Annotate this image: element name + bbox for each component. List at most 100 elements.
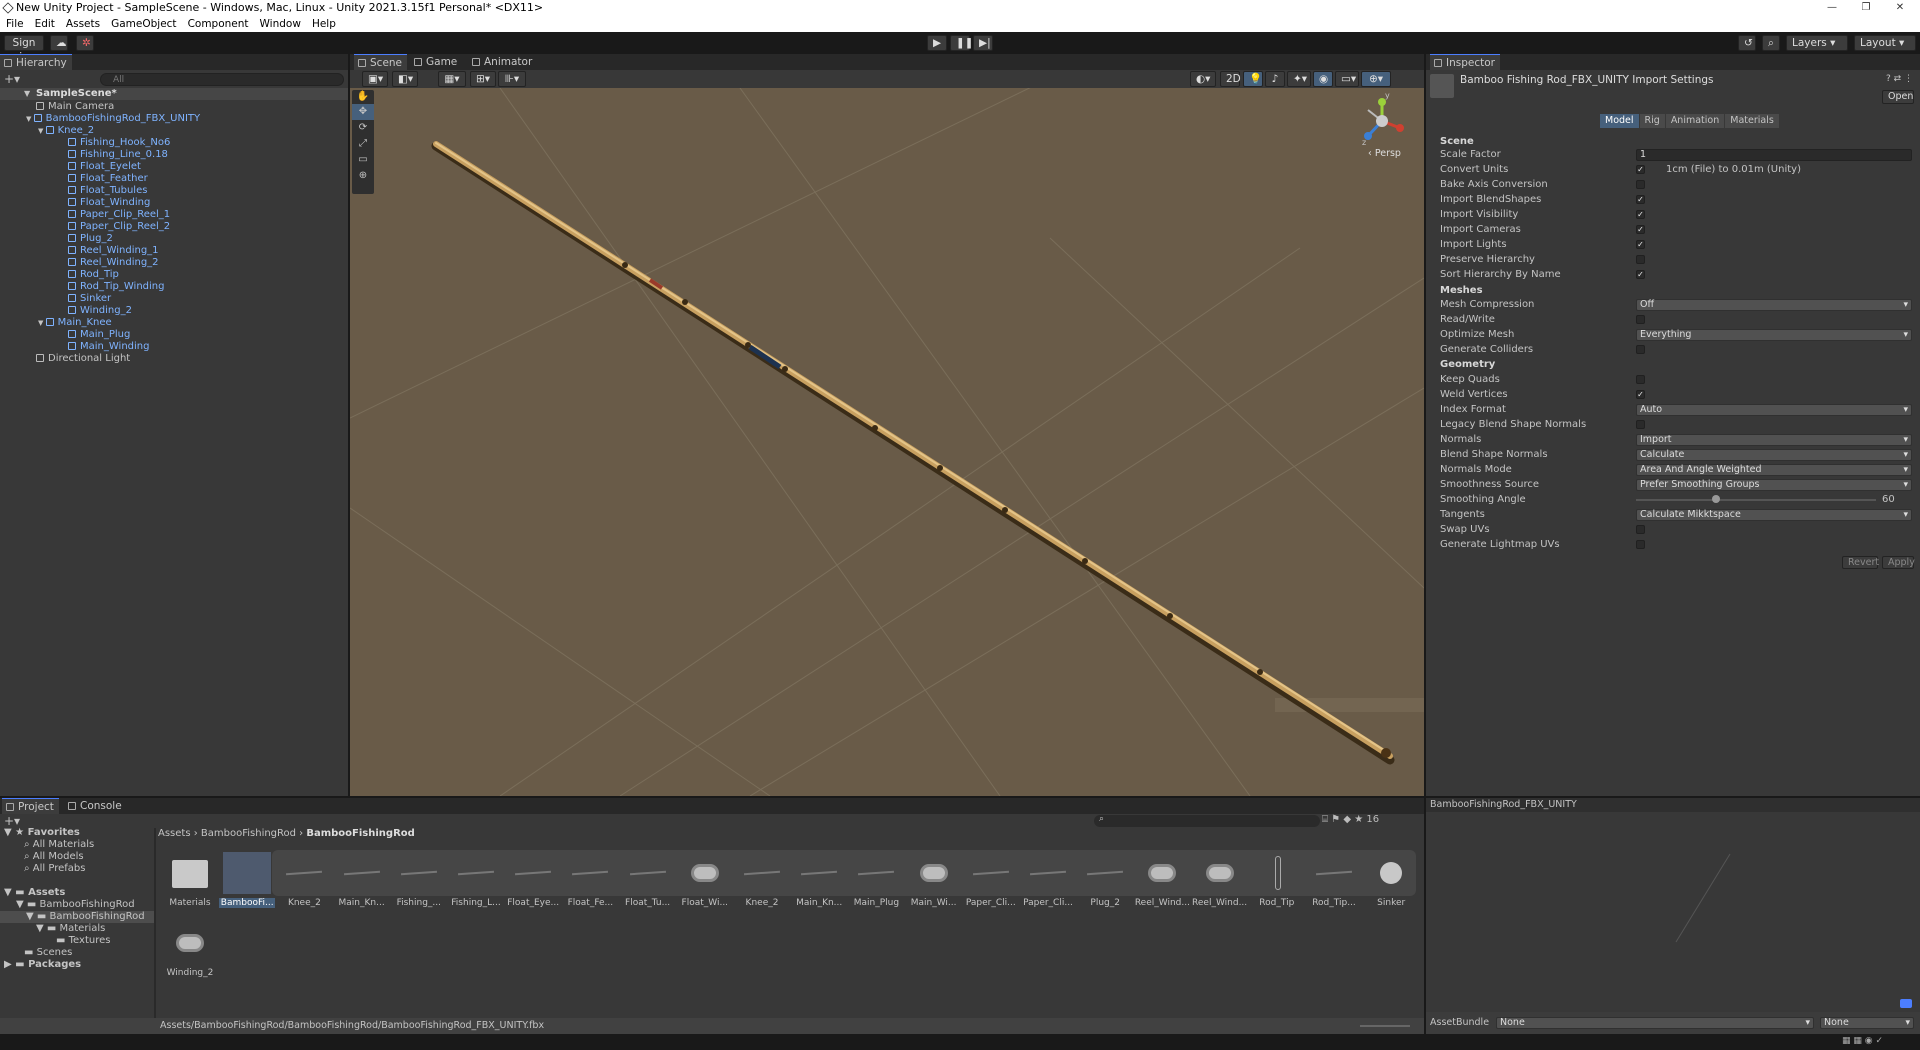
menu-help[interactable]: Help — [312, 16, 336, 32]
asset-item[interactable]: Float_Fe... — [562, 852, 618, 908]
asset-item[interactable]: Rod_Tip — [1249, 852, 1305, 908]
camera-dropdown[interactable]: ▭▾ — [1335, 71, 1359, 87]
hierarchy-item[interactable]: Paper_Clip_Reel_2 — [68, 221, 170, 233]
rect-tool-icon[interactable]: ▭ — [352, 152, 374, 168]
close-icon[interactable]: ✕ — [1886, 0, 1914, 16]
tab-game[interactable]: Game — [410, 54, 462, 70]
fav-all-models[interactable]: ⌕ All Models — [24, 851, 84, 863]
slider-knob[interactable] — [1711, 495, 1720, 503]
tree-textures[interactable]: ▬ Textures — [56, 935, 110, 947]
tangents-dropdown[interactable]: Calculate Mikktspace — [1636, 509, 1912, 521]
asset-item[interactable]: Paper_Cli... — [1020, 852, 1076, 908]
tab-animator[interactable]: Animator — [468, 54, 537, 70]
weld-vertices-checkbox[interactable]: ✓ — [1636, 390, 1645, 399]
pause-button[interactable]: ❚❚ — [950, 35, 974, 51]
hierarchy-item[interactable]: ▼ Main_Knee — [38, 317, 112, 329]
render-mode-dropdown[interactable]: ◧▾ — [392, 71, 418, 87]
asset-item[interactable]: Paper_Cli... — [963, 852, 1019, 908]
hierarchy-item[interactable]: Winding_2 — [68, 305, 132, 317]
2d-toggle[interactable]: 2D — [1220, 71, 1241, 87]
read-write-checkbox[interactable] — [1636, 315, 1645, 324]
import-blendshapes-checkbox[interactable]: ✓ — [1636, 195, 1645, 204]
grid-snap-dropdown[interactable]: ▦▾ — [438, 71, 466, 87]
layers-dropdown[interactable]: Layers ▾ — [1786, 35, 1848, 51]
audio-icon[interactable]: ♪ — [1265, 71, 1285, 87]
expand-arrow-icon[interactable]: ▼ — [26, 115, 34, 123]
generate-lightmap-checkbox[interactable] — [1636, 540, 1645, 549]
normals-dropdown[interactable]: Import — [1636, 434, 1912, 446]
packages-root[interactable]: ▶ ▬ Packages — [4, 959, 81, 971]
hierarchy-search-input[interactable]: All — [100, 73, 344, 86]
hierarchy-item[interactable]: Reel_Winding_1 — [68, 245, 159, 257]
status-icons[interactable]: ▦ ▦ ◉ ✓ — [1842, 1036, 1883, 1046]
sort-hierarchy-checkbox[interactable]: ✓ — [1636, 270, 1645, 279]
inspector-header-icons[interactable]: ? ⇄ ⋮ — [1886, 74, 1913, 84]
favorites-header[interactable]: ▼ ★ Favorites — [4, 827, 80, 839]
minimize-icon[interactable]: — — [1818, 0, 1846, 16]
hierarchy-item[interactable]: Main Camera — [36, 101, 114, 113]
orientation-gizmo[interactable]: y z ‹ Persp — [1360, 91, 1414, 162]
asset-item[interactable]: Fishing_L... — [448, 852, 504, 908]
asset-item[interactable]: BambooFi... — [219, 852, 276, 908]
breadcrumb-folder[interactable]: BambooFishingRod — [201, 828, 296, 839]
hierarchy-item[interactable]: Float_Tubules — [68, 185, 147, 197]
scale-tool-icon[interactable]: ⤢ — [352, 136, 374, 152]
fav-all-prefabs[interactable]: ⌕ All Prefabs — [24, 863, 85, 875]
hierarchy-item[interactable]: Directional Light — [36, 353, 130, 365]
open-button[interactable]: Open — [1882, 90, 1914, 104]
blend-normals-dropdown[interactable]: Calculate — [1636, 449, 1912, 461]
bake-axis-checkbox[interactable] — [1636, 180, 1645, 189]
model-preview[interactable] — [1426, 814, 1920, 1004]
cloud-icon[interactable]: ☁ — [50, 35, 68, 51]
assetbundle-variant-dropdown[interactable]: None — [1820, 1017, 1914, 1029]
tab-project[interactable]: Project — [2, 798, 59, 814]
tree-materials[interactable]: ▼ ▬ Materials — [36, 923, 105, 935]
scene-canvas[interactable] — [350, 88, 1424, 796]
history-icon[interactable]: ↺ — [1738, 35, 1756, 51]
tab-console[interactable]: Console — [64, 798, 127, 814]
visibility-icon[interactable]: ◉ — [1313, 71, 1333, 87]
scene-viewport[interactable]: ✋ ✥ ⟳ ⤢ ▭ ⊕ y z ‹ Persp — [350, 88, 1424, 796]
index-format-dropdown[interactable]: Auto — [1636, 404, 1912, 416]
add-object-button[interactable]: +▾ — [4, 72, 24, 86]
collab-icon[interactable]: ✲ — [76, 35, 94, 51]
asset-item[interactable]: Main_Kn... — [791, 852, 847, 908]
hierarchy-item[interactable]: Reel_Winding_2 — [68, 257, 159, 269]
increment-snap-dropdown[interactable]: ⊞▾ — [470, 71, 496, 87]
subtab-model[interactable]: Model — [1600, 114, 1639, 128]
menu-component[interactable]: Component — [188, 16, 249, 32]
search-icon[interactable]: ⌕ — [1762, 35, 1780, 51]
project-search-input[interactable]: ⌕ — [1094, 814, 1320, 827]
move-tool-icon[interactable]: ✥ — [352, 104, 374, 120]
import-visibility-checkbox[interactable]: ✓ — [1636, 210, 1645, 219]
menu-assets[interactable]: Assets — [66, 16, 100, 32]
axis-gizmo-icon[interactable] — [1360, 96, 1414, 146]
asset-item[interactable]: Main_Plug — [848, 852, 904, 908]
asset-item[interactable]: Knee_2 — [734, 852, 790, 908]
hierarchy-item[interactable]: Rod_Tip — [68, 269, 119, 281]
snap-settings-dropdown[interactable]: ⊪▾ — [498, 71, 526, 87]
orientation-dropdown[interactable]: ◐▾ — [1190, 71, 1216, 87]
normals-mode-dropdown[interactable]: Area And Angle Weighted — [1636, 464, 1912, 476]
hierarchy-item[interactable]: Float_Feather — [68, 173, 148, 185]
asset-item[interactable]: Materials — [162, 852, 218, 908]
project-filter-icons[interactable]: ⌸ ⚑ ◆ ★ 16 — [1322, 814, 1379, 825]
preserve-hierarchy-checkbox[interactable] — [1636, 255, 1645, 264]
expand-arrow-icon[interactable]: ▼ — [38, 319, 46, 327]
hierarchy-item[interactable]: Float_Winding — [68, 197, 150, 209]
menu-edit[interactable]: Edit — [35, 16, 55, 32]
hierarchy-item[interactable]: Sinker — [68, 293, 111, 305]
menu-gameobject[interactable]: GameObject — [111, 16, 176, 32]
breadcrumb-assets[interactable]: Assets — [158, 828, 191, 839]
asset-item[interactable]: Winding_2 — [162, 922, 218, 978]
expand-arrow-icon[interactable]: ▼ — [38, 127, 46, 135]
breadcrumb-current[interactable]: BambooFishingRod — [306, 828, 414, 839]
tree-bamboofishingrod[interactable]: ▼ ▬ BambooFishingRod — [16, 899, 135, 911]
tree-scenes[interactable]: ▬ Scenes — [24, 947, 72, 959]
layout-dropdown[interactable]: Layout ▾ — [1854, 35, 1916, 51]
hierarchy-item[interactable]: Float_Eyelet — [68, 161, 141, 173]
scene-row[interactable]: ▼ SampleScene* — [0, 88, 348, 100]
hierarchy-item[interactable]: Fishing_Line_0.18 — [68, 149, 168, 161]
menu-window[interactable]: Window — [260, 16, 301, 32]
asset-item[interactable]: Rod_Tip... — [1306, 852, 1362, 908]
